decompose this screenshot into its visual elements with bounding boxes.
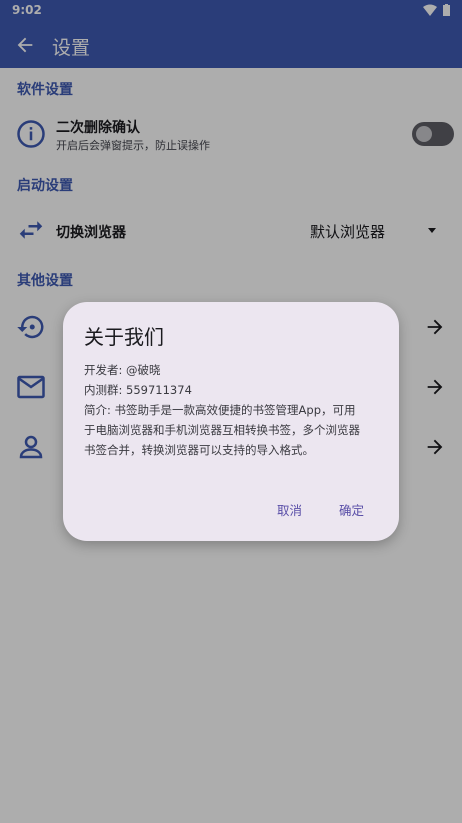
intro-text-2: 于电脑浏览器和手机浏览器互相转换书签，多个浏览器 <box>84 423 360 437</box>
developer-text: 开发者: @破晓 <box>84 363 161 377</box>
intro-text-1: 简介: 书签助手是一款高效便捷的书签管理App，可用 <box>84 403 356 417</box>
intro-text-3: 书签合并，转换浏览器可以支持的导入格式。 <box>84 443 314 457</box>
about-dialog: 关于我们 开发者: @破晓 内测群: 559711374 简介: 书签助手是一款… <box>63 302 399 541</box>
test-group-text: 内测群: 559711374 <box>84 383 192 397</box>
dialog-title: 关于我们 <box>84 325 164 349</box>
dialog-body: 开发者: @破晓 内测群: 559711374 简介: 书签助手是一款高效便捷的… <box>84 360 380 460</box>
cancel-button[interactable]: 取消 <box>277 500 302 519</box>
confirm-button[interactable]: 确定 <box>339 500 364 519</box>
